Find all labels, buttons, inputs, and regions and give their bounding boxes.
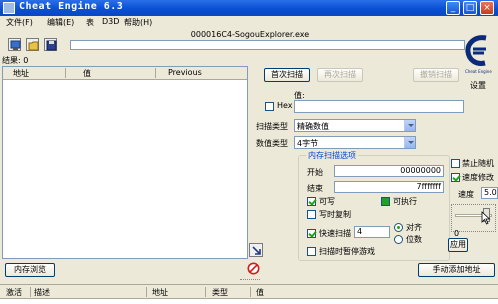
disable-random-checkbox[interactable] [451,159,460,168]
window-title: Cheat Engine 6.3 [19,1,124,12]
copy-on-write-label: 写时复制 [319,210,351,219]
value-input[interactable] [294,100,464,113]
slider-value: 0 [454,229,460,238]
executable-label: 可执行 [393,197,417,206]
speed-label: 速度 [458,190,474,199]
speedhack-label: 速度修改 [462,173,494,182]
cheat-engine-logo-icon[interactable]: Cheat Engine [464,34,494,76]
cheat-engine-window: Cheat Engine 6.3 _ □ × 文件(F) 编辑(E) 表 D3D… [0,0,498,304]
header-description[interactable]: 描述 [34,287,50,298]
arrow-down-right-icon [252,246,261,255]
stop-icon[interactable] [247,262,260,275]
hex-checkbox[interactable] [265,102,274,111]
speedhack-checkbox[interactable] [451,173,460,182]
folder-icon [28,41,39,51]
memory-view-button[interactable]: 内存浏览 [5,263,55,277]
header-value[interactable]: 值 [256,287,264,298]
minimize-button[interactable]: _ [446,1,460,15]
writable-label: 可写 [319,197,335,206]
memory-scan-options-title: 内存扫描选项 [306,150,358,161]
scan-type-label: 扫描类型 [256,122,288,131]
close-button[interactable]: × [480,1,494,15]
header-value[interactable]: 值 [83,68,91,79]
open-file-button[interactable] [26,38,39,51]
header-previous[interactable]: Previous [168,68,202,77]
computer-icon [10,40,21,50]
menu-edit[interactable]: 编辑(E) [47,17,74,28]
add-address-button[interactable]: 手动添加地址 [418,263,495,277]
pause-game-label: 扫描时暂停游戏 [319,247,375,256]
header-address[interactable]: 地址 [13,68,29,79]
scan-type-select[interactable]: 精确数值 [294,119,416,132]
executable-checkbox[interactable] [381,197,390,206]
align-label: 对齐 [406,223,422,232]
apply-button[interactable]: 应用 [448,238,468,252]
pointer-scan-button[interactable] [249,243,263,257]
save-icon [46,40,57,51]
disable-random-label: 禁止随机 [462,159,494,168]
menu-help[interactable]: 帮助(H) [124,17,152,28]
menu-bar: 文件(F) 编辑(E) 表 D3D 帮助(H) [0,16,498,28]
settings-label[interactable]: 设置 [470,80,486,91]
align-radio[interactable] [394,223,403,232]
hex-label: Hex [277,101,293,110]
fast-scan-checkbox[interactable] [307,229,316,238]
last-digits-label: 位数 [406,235,422,244]
header-type[interactable]: 类型 [212,287,228,298]
last-digits-radio[interactable] [394,235,403,244]
address-table-header: 激活 描述 地址 类型 值 [0,285,498,299]
chevron-down-icon [404,120,415,131]
menu-table[interactable]: 表 [86,17,94,28]
svg-text:Cheat Engine: Cheat Engine [465,69,492,74]
title-bar[interactable]: Cheat Engine 6.3 _ □ × [0,0,498,16]
start-address-input[interactable]: 00000000 [334,165,444,177]
next-scan-button[interactable]: 再次扫描 [317,68,363,82]
chevron-down-icon [404,137,415,148]
maximize-button[interactable]: □ [463,1,477,15]
header-address[interactable]: 地址 [152,287,168,298]
value-type-select[interactable]: 4字节 [294,136,416,149]
process-name: 000016C4-SogouExplorer.exe [190,30,310,39]
scan-type-value: 精确数值 [297,122,329,131]
fast-scan-input[interactable]: 4 [354,226,390,238]
value-type-label: 数值类型 [256,139,288,148]
mouse-cursor-icon [481,211,491,225]
copy-on-write-checkbox[interactable] [307,210,316,219]
header-active[interactable]: 激活 [6,287,22,298]
results-list-header: 地址 值 Previous [3,67,247,80]
results-count: 结果: 0 [2,56,29,65]
menu-file[interactable]: 文件(F) [6,17,33,28]
value-type-value: 4字节 [297,139,319,148]
writable-checkbox[interactable] [307,197,316,206]
scan-progress-bar [70,40,465,50]
undo-scan-button[interactable]: 撤销扫描 [413,68,459,82]
start-label: 开始 [307,168,323,177]
fast-scan-label: 快速扫描 [319,229,351,238]
stop-label: 结束 [307,184,323,193]
menu-d3d[interactable]: D3D [102,17,119,26]
first-scan-button[interactable]: 首次扫描 [264,68,310,82]
save-file-button[interactable] [44,38,57,51]
open-process-button[interactable] [8,38,21,51]
splitter-handle[interactable] [240,279,260,282]
speed-input[interactable]: 5.0 [481,187,498,199]
app-icon [3,2,15,14]
pause-game-checkbox[interactable] [307,247,316,256]
results-list[interactable]: 地址 值 Previous [2,66,248,259]
stop-address-input[interactable]: 7fffffff [334,181,444,193]
